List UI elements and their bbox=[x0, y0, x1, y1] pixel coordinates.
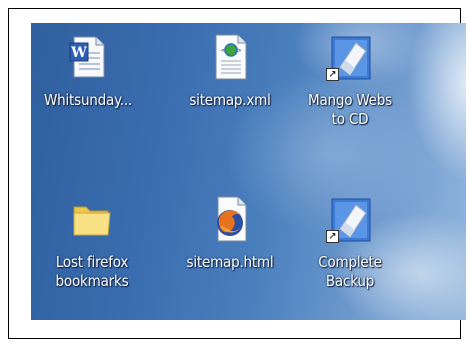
word-document-icon: W bbox=[64, 33, 112, 81]
icon-label: Complete Backup bbox=[318, 253, 382, 290]
desktop-icon-mango-webs[interactable]: ↗ Mango Webs to CD bbox=[291, 33, 409, 129]
eraser-shortcut-icon: ↗ bbox=[326, 195, 374, 243]
icon-label: Whitsunday... bbox=[43, 91, 132, 109]
desktop-area[interactable]: W Whitsunday... < > sitemap.xml ↗ Mango … bbox=[31, 23, 466, 320]
desktop-icon-sitemap-html[interactable]: sitemap.html bbox=[171, 195, 289, 272]
shortcut-arrow-icon: ↗ bbox=[326, 230, 339, 243]
xml-file-icon: < > bbox=[206, 33, 254, 81]
icon-label: Mango Webs to CD bbox=[308, 91, 392, 128]
shortcut-arrow-icon: ↗ bbox=[326, 68, 339, 81]
eraser-shortcut-icon: ↗ bbox=[326, 33, 374, 81]
firefox-html-icon bbox=[206, 195, 254, 243]
desktop-icon-lost-firefox-bookmarks[interactable]: Lost firefox bookmarks bbox=[33, 195, 151, 291]
desktop-icon-whitsunday[interactable]: W Whitsunday... bbox=[31, 33, 147, 110]
desktop-icon-sitemap-xml[interactable]: < > sitemap.xml bbox=[171, 33, 289, 110]
icon-label: sitemap.xml bbox=[189, 91, 271, 109]
screenshot-frame: W Whitsunday... < > sitemap.xml ↗ Mango … bbox=[8, 8, 466, 339]
folder-icon bbox=[68, 195, 116, 243]
icon-label: Lost firefox bookmarks bbox=[55, 253, 129, 290]
icon-label: sitemap.html bbox=[186, 253, 274, 271]
desktop-icon-complete-backup[interactable]: ↗ Complete Backup bbox=[291, 195, 409, 291]
svg-text:W: W bbox=[70, 45, 87, 61]
